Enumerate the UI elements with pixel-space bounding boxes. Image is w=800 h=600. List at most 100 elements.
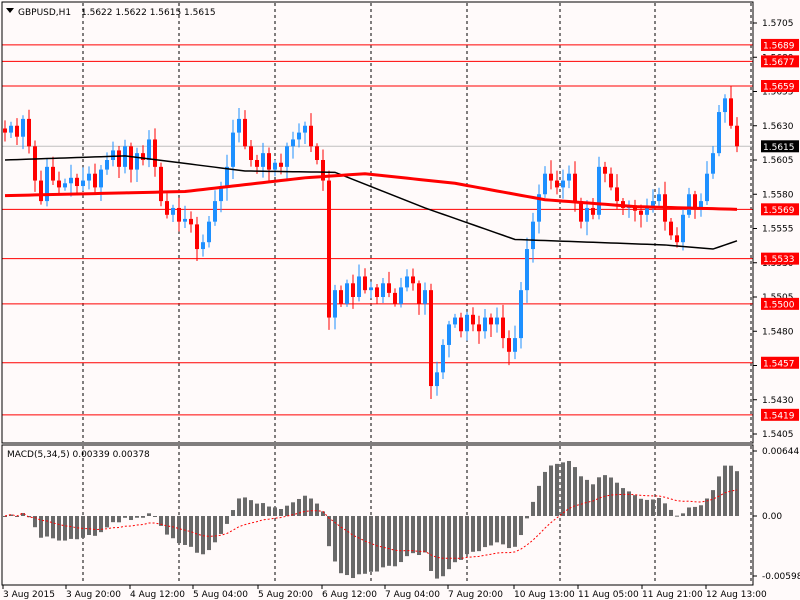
macd-bar (663, 503, 667, 516)
candle-body (543, 173, 547, 195)
macd-bar (51, 516, 55, 539)
candle-body (387, 283, 391, 293)
candle-body (129, 146, 133, 170)
macd-bar (657, 497, 661, 516)
macd-bar (249, 500, 253, 516)
candle-body (243, 118, 247, 147)
candle-body (477, 324, 481, 332)
candle-body (591, 207, 595, 215)
candle-body (471, 314, 475, 325)
candle-body (495, 317, 499, 325)
candle-body (333, 290, 337, 318)
macd-bar (189, 516, 193, 547)
candle-body (87, 173, 91, 181)
macd-bar (357, 516, 361, 575)
macd-bar (351, 516, 355, 579)
macd-label: MACD(5,34,5) 0.00339 0.00378 (7, 450, 150, 460)
macd-bar (645, 499, 649, 516)
candle-body (723, 98, 727, 113)
candle-body (669, 221, 673, 236)
candle-body (63, 183, 67, 188)
macd-bar (57, 516, 61, 541)
candle-body (675, 235, 679, 243)
macd-bar (651, 499, 655, 516)
candle-body (57, 180, 61, 188)
chart-canvas[interactable]: 1.57051.56801.56551.56301.56051.55801.55… (0, 0, 800, 600)
candle-body (585, 207, 589, 222)
candle-body (27, 118, 31, 147)
macd-bar (429, 516, 433, 571)
macd-bar (105, 516, 109, 528)
macd-bar (675, 515, 679, 517)
candle-body (249, 146, 253, 160)
level-price-label: 1.5457 (763, 359, 795, 369)
candle-body (441, 344, 445, 373)
macd-bar (537, 485, 541, 516)
candle-body (549, 173, 553, 181)
macd-bar (699, 505, 703, 516)
macd-bar (561, 462, 565, 516)
macd-bar (519, 516, 523, 536)
macd-bar (339, 516, 343, 574)
candle-body (303, 125, 307, 133)
macd-bar (315, 503, 319, 516)
candle-body (399, 287, 403, 304)
candle-body (567, 173, 571, 181)
candle-body (429, 290, 433, 387)
macd-tick-label: 0.00 (762, 512, 782, 522)
macd-bar (423, 516, 427, 553)
candle-body (363, 276, 367, 291)
macd-bar (243, 497, 247, 516)
chart-window[interactable]: 1.57051.56801.56551.56301.56051.55801.55… (0, 0, 800, 600)
candle-body (159, 166, 163, 202)
candle-body (75, 177, 79, 187)
candle-body (501, 317, 505, 339)
candle-body (165, 201, 169, 215)
price-tick-label: 1.5705 (762, 19, 794, 29)
candle-body (99, 169, 103, 188)
macd-bar (465, 516, 469, 555)
time-tick-label: 11 Aug 05:00 (578, 590, 639, 600)
price-tick-label: 1.5405 (762, 430, 794, 440)
candle-body (657, 194, 661, 202)
macd-bar (441, 516, 445, 577)
macd-bar (525, 516, 529, 519)
macd-bar (327, 516, 331, 547)
candle-body (435, 372, 439, 387)
candle-body (51, 166, 55, 181)
candle-body (513, 338, 517, 352)
macd-bar (621, 488, 625, 516)
macd-bar (573, 467, 577, 516)
macd-bar (381, 516, 385, 568)
macd-bar (633, 495, 637, 516)
macd-bar (387, 516, 391, 566)
candle-body (189, 218, 193, 225)
time-tick-label: 12 Aug 13:00 (706, 590, 767, 600)
macd-bar (399, 516, 403, 563)
candle-body (219, 187, 223, 202)
macd-bar (447, 516, 451, 570)
candle-body (225, 166, 229, 188)
macd-bar (693, 506, 697, 516)
macd-bar (93, 516, 97, 536)
candle-body (93, 173, 97, 188)
macd-bar (303, 495, 307, 516)
candle-body (153, 139, 157, 167)
macd-bar (501, 516, 505, 545)
macd-bar (153, 516, 157, 517)
candle-body (261, 153, 265, 167)
macd-bar (585, 479, 589, 516)
candle-body (255, 160, 259, 167)
macd-bar (285, 505, 289, 516)
macd-bar (375, 516, 379, 572)
macd-bar (597, 477, 601, 516)
candle-body (417, 283, 421, 304)
candle-body (69, 177, 73, 184)
time-tick-label: 6 Aug 12:00 (322, 590, 377, 600)
candle-body (729, 98, 733, 126)
candle-body (9, 125, 13, 133)
macd-bar (513, 516, 517, 547)
candle-body (117, 150, 121, 167)
candle-body (171, 207, 175, 215)
price-tick-label: 1.5605 (762, 156, 794, 166)
